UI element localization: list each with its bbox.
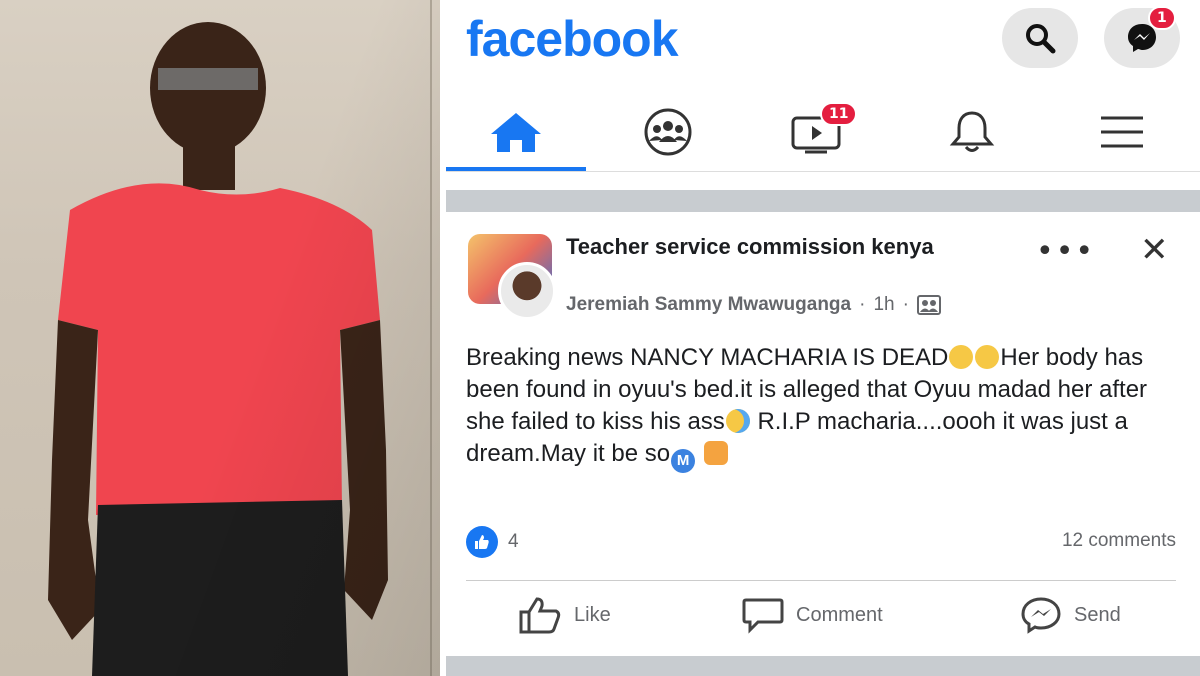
- tab-home[interactable]: [476, 102, 556, 162]
- meta-dot: ·: [902, 294, 909, 315]
- tab-menu[interactable]: [1082, 102, 1162, 162]
- like-reaction-icon: [466, 526, 498, 558]
- bell-icon: [949, 111, 995, 152]
- person-photo: [0, 0, 440, 676]
- comment-label: Comment: [796, 603, 883, 626]
- group-privacy-icon: [916, 295, 941, 315]
- post-time[interactable]: 1h: [873, 294, 894, 316]
- reaction-summary[interactable]: 4: [466, 526, 519, 558]
- active-tab-indicator: [446, 167, 586, 171]
- like-label: Like: [574, 603, 611, 626]
- messenger-badge: 1: [1148, 6, 1176, 30]
- feed-post: Teacher service commission kenya Jeremia…: [446, 212, 1200, 656]
- tab-bar: 11: [446, 92, 1200, 172]
- messenger-button[interactable]: 1: [1104, 6, 1180, 68]
- post-divider: [466, 580, 1176, 581]
- video-badge: 11: [820, 102, 858, 126]
- group-name[interactable]: Teacher service commission kenya: [566, 232, 966, 262]
- tab-groups[interactable]: [628, 102, 708, 162]
- post-meta: Jeremiah Sammy Mwawuganga · 1h ·: [566, 294, 941, 316]
- facebook-app: facebook 1 11 Teacher service commission…: [446, 0, 1200, 676]
- comment-button[interactable]: Comment: [742, 596, 883, 634]
- crying-emoji-icon: [725, 409, 750, 433]
- home-icon: [491, 113, 541, 152]
- meta-dot: ·: [859, 294, 866, 315]
- facebook-logo[interactable]: facebook: [466, 10, 679, 68]
- author-avatar: [498, 262, 556, 320]
- comments-count[interactable]: 12 comments: [1062, 530, 1176, 552]
- app-header: facebook 1: [446, 0, 1200, 92]
- tab-notifications[interactable]: [932, 102, 1012, 162]
- post-text-part-1: Breaking news NANCY MACHARIA IS DEAD: [466, 344, 949, 371]
- sad-emoji-icon: [975, 345, 1000, 369]
- send-label: Send: [1074, 603, 1121, 626]
- hamburger-icon: [1101, 116, 1143, 148]
- tab-watch[interactable]: 11: [776, 102, 858, 162]
- feed-bottom-separator: [446, 656, 1200, 676]
- reaction-count: 4: [508, 531, 519, 552]
- close-icon[interactable]: ✕: [1140, 230, 1169, 270]
- bowing-emoji-icon: [703, 441, 728, 465]
- post-actions: Like Comment Send: [446, 592, 1200, 648]
- group-avatar[interactable]: [468, 234, 556, 320]
- sad-emoji-icon: [949, 345, 974, 369]
- screen: facebook 1 11 Teacher service commission…: [0, 0, 1200, 676]
- like-button[interactable]: Like: [518, 596, 611, 634]
- author-name[interactable]: Jeremiah Sammy Mwawuganga: [566, 294, 851, 316]
- thumbs-up-icon: [519, 597, 561, 634]
- search-button[interactable]: [1002, 8, 1078, 68]
- feed-separator: [446, 190, 1200, 212]
- send-button[interactable]: Send: [1020, 596, 1121, 634]
- groups-icon: [644, 108, 692, 156]
- post-text: Breaking news NANCY MACHARIA IS DEAD Her …: [466, 342, 1166, 473]
- more-options-icon[interactable]: •••: [1036, 234, 1095, 269]
- messenger-send-icon: [1021, 597, 1061, 634]
- photo-shade: [0, 0, 440, 676]
- comment-icon: [742, 598, 784, 634]
- search-icon: [1026, 24, 1056, 54]
- m-emoji-icon: M: [671, 449, 696, 473]
